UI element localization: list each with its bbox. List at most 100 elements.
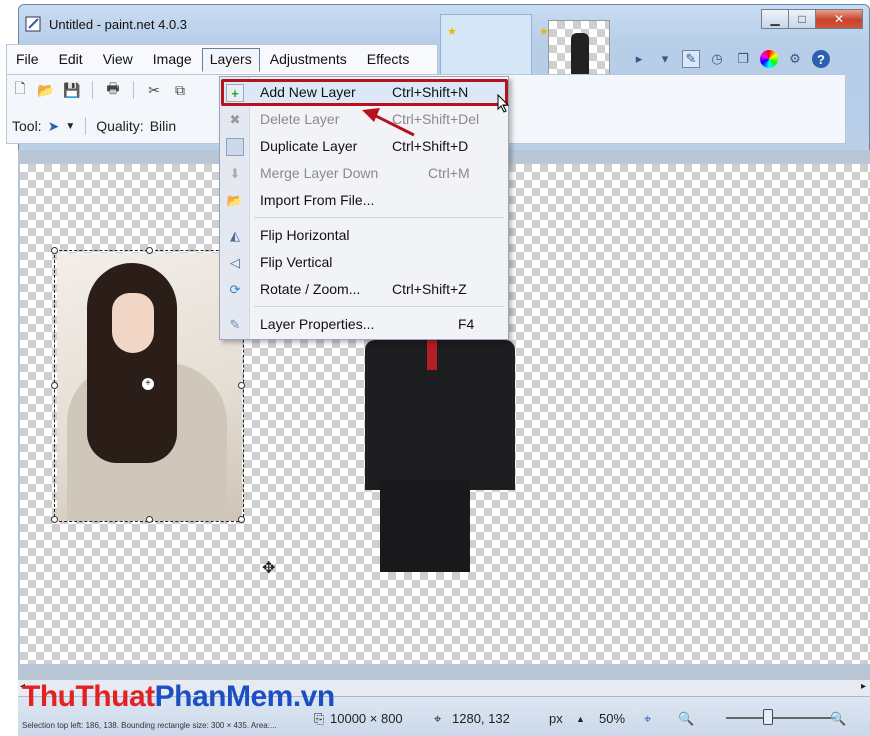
merge-layer-icon: ⬇ bbox=[229, 166, 241, 181]
rotate-zoom-icon: ⟳ bbox=[229, 282, 241, 297]
menu-view[interactable]: View bbox=[93, 48, 143, 72]
cursor-position-icon: ⌖ bbox=[434, 711, 442, 726]
watermark-logo: ThuThuatPhanMem.vn bbox=[22, 680, 335, 714]
move-cursor-icon: ✥ bbox=[262, 560, 276, 577]
menu-item-merge-layer-down[interactable]: ⬇ Merge Layer Down Ctrl+M bbox=[220, 160, 508, 187]
utility-toolbar: ▸ ▾ ✎ ◷ ❐ ⚙ ? bbox=[630, 50, 830, 68]
menu-item-label: Import From File... bbox=[260, 192, 375, 208]
cut-icon[interactable]: ✂ bbox=[144, 80, 164, 100]
menu-item-duplicate-layer[interactable]: Duplicate Layer Ctrl+Shift+D bbox=[220, 133, 508, 160]
close-button[interactable]: ✕ bbox=[815, 9, 863, 29]
copy-icon[interactable]: ⧉ bbox=[170, 80, 190, 100]
zoom-in-icon[interactable]: 🔍 bbox=[830, 711, 846, 727]
selection-handle[interactable] bbox=[51, 382, 58, 389]
menu-adjustments[interactable]: Adjustments bbox=[260, 48, 357, 72]
selection-handle[interactable] bbox=[51, 516, 58, 523]
menu-item-label: Merge Layer Down bbox=[260, 165, 379, 181]
settings-icon[interactable]: ⚙ bbox=[786, 50, 804, 68]
menu-item-label: Rotate / Zoom... bbox=[260, 281, 361, 297]
chevron-down-icon[interactable]: ▼ bbox=[65, 121, 75, 132]
man-suit bbox=[365, 340, 515, 490]
history-icon[interactable]: ◷ bbox=[708, 50, 726, 68]
image-size: 10000 × 800 bbox=[330, 711, 403, 726]
colors-icon[interactable] bbox=[760, 50, 778, 68]
layers-menu-dropdown: + Add New Layer Ctrl+Shift+N ✖ Delete La… bbox=[219, 76, 509, 340]
import-file-icon: 📂 bbox=[226, 193, 244, 208]
app-icon bbox=[25, 16, 41, 32]
unsaved-star-icon: ★ bbox=[447, 26, 457, 38]
layers-icon[interactable]: ❐ bbox=[734, 50, 752, 68]
menu-item-shortcut: Ctrl+Shift+D bbox=[392, 138, 469, 154]
new-file-icon[interactable]: 🗋 bbox=[10, 80, 30, 100]
tools-icon[interactable]: ✎ bbox=[682, 50, 700, 68]
zoom-out-icon[interactable]: 🔍 bbox=[678, 711, 694, 727]
toolbar-divider bbox=[92, 81, 93, 99]
zoom-level[interactable]: 50% bbox=[599, 711, 625, 726]
center-handle-icon[interactable]: + bbox=[141, 377, 155, 391]
scroll-right-icon[interactable]: ▸ bbox=[861, 681, 866, 692]
menu-file[interactable]: File bbox=[6, 48, 49, 72]
dropdown-icon[interactable]: ▾ bbox=[656, 50, 674, 68]
toolbar-main-row: 🗋 📂 💾 🖶 ✂ ⧉ bbox=[10, 80, 190, 100]
menu-item-label: Delete Layer bbox=[260, 111, 340, 127]
man-tie bbox=[427, 340, 437, 370]
open-file-icon[interactable]: 📂 bbox=[36, 80, 56, 100]
menu-item-rotate-zoom[interactable]: ⟳ Rotate / Zoom... Ctrl+Shift+Z bbox=[220, 276, 508, 303]
menu-image[interactable]: Image bbox=[143, 48, 202, 72]
layer-properties-icon: ✎ bbox=[229, 317, 241, 332]
menu-item-flip-horizontal[interactable]: ◭ Flip Horizontal bbox=[220, 222, 508, 249]
maximize-button[interactable]: □ bbox=[788, 9, 816, 29]
tool-label: Tool: bbox=[12, 118, 42, 134]
selection-handle[interactable] bbox=[238, 516, 245, 523]
selection-info: Selection top left: 186, 138. Bounding r… bbox=[22, 721, 277, 730]
mouse-cursor-icon bbox=[497, 94, 510, 113]
watermark-part3: .vn bbox=[292, 680, 335, 713]
zoom-slider[interactable] bbox=[726, 717, 836, 719]
menu-effects[interactable]: Effects bbox=[357, 48, 420, 72]
menu-separator bbox=[254, 217, 504, 218]
menu-item-label: Layer Properties... bbox=[260, 316, 375, 332]
selection-handle[interactable] bbox=[146, 516, 153, 523]
chevron-up-icon[interactable]: ▲ bbox=[576, 714, 585, 724]
selection-handle[interactable] bbox=[238, 382, 245, 389]
tool-options-row: Tool: ➤ ▼ Quality: Bilin bbox=[12, 117, 176, 135]
menu-item-shortcut: Ctrl+Shift+Z bbox=[392, 281, 467, 297]
menu-layers[interactable]: Layers bbox=[201, 48, 260, 72]
menu-item-shortcut: Ctrl+M bbox=[428, 165, 470, 181]
move-tool-icon[interactable]: ➤ bbox=[48, 118, 60, 135]
menu-item-layer-properties[interactable]: ✎ Layer Properties... F4 bbox=[220, 311, 508, 338]
menu-item-shortcut: Ctrl+Shift+Del bbox=[392, 111, 480, 127]
zoom-fit-icon[interactable]: ⌖ bbox=[644, 711, 651, 727]
menu-item-label: Flip Vertical bbox=[260, 254, 333, 270]
selection-handle[interactable] bbox=[146, 247, 153, 254]
print-icon[interactable]: 🖶 bbox=[103, 80, 123, 100]
window-controls: ▁ □ ✕ bbox=[761, 9, 863, 29]
menu-item-flip-vertical[interactable]: ◁ Flip Vertical bbox=[220, 249, 508, 276]
watermark-part2: PhanMem bbox=[154, 680, 294, 713]
selection-rectangle[interactable]: + bbox=[51, 247, 245, 523]
quality-select[interactable]: Bilin bbox=[150, 118, 176, 134]
save-icon[interactable]: 💾 bbox=[62, 80, 82, 100]
menu-item-delete-layer[interactable]: ✖ Delete Layer Ctrl+Shift+Del bbox=[220, 106, 508, 133]
selection-handle[interactable] bbox=[51, 247, 58, 254]
flip-vertical-icon: ◁ bbox=[230, 255, 240, 270]
window-title: Untitled - paint.net 4.0.3 bbox=[49, 17, 188, 32]
highlight-annotation bbox=[221, 79, 508, 106]
toolbar-divider bbox=[133, 81, 134, 99]
units-select[interactable]: px bbox=[549, 711, 563, 726]
menu-edit[interactable]: Edit bbox=[49, 48, 93, 72]
man-photo-layer bbox=[355, 340, 521, 572]
toolbar-divider bbox=[85, 117, 87, 135]
quality-label: Quality: bbox=[96, 118, 144, 134]
delete-layer-icon: ✖ bbox=[229, 112, 241, 127]
menubar: File Edit View Image Layers Adjustments … bbox=[6, 48, 419, 72]
zoom-slider-thumb[interactable] bbox=[763, 709, 773, 725]
minimize-button[interactable]: ▁ bbox=[761, 9, 789, 29]
help-icon[interactable]: ? bbox=[812, 50, 830, 68]
duplicate-layer-icon bbox=[226, 138, 244, 156]
menu-item-import-from-file[interactable]: 📂 Import From File... bbox=[220, 187, 508, 214]
man-legs bbox=[380, 480, 470, 572]
menu-item-label: Duplicate Layer bbox=[260, 138, 358, 154]
scroll-right-icon[interactable]: ▸ bbox=[630, 50, 648, 68]
flip-horizontal-icon: ◭ bbox=[230, 228, 240, 243]
